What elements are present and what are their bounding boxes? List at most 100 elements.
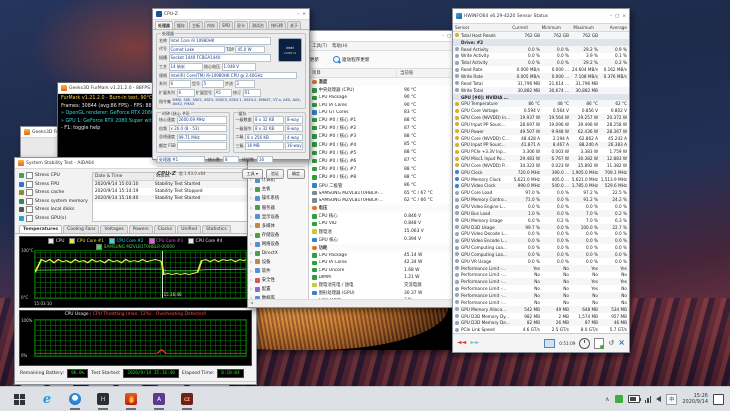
tree-item[interactable]: ▷ 操作系统	[250, 195, 279, 201]
reset-min-button[interactable]: ◄◄	[457, 340, 466, 346]
expand-arrow-icon[interactable]: ▷	[250, 287, 253, 291]
sensor-row[interactable]: SAMSUNG MZVLB1T0HBLR-... 65 °C / 67 °C	[309, 190, 461, 197]
test-log-row[interactable]: 2020/9/14 15:14:19 Stability Test Stoppe…	[93, 188, 251, 195]
sst-tab[interactable]: Cooling Fans	[63, 225, 99, 233]
sst-tab[interactable]: Statistics	[202, 225, 231, 233]
expand-arrow-icon[interactable]: ▷	[250, 269, 253, 273]
sensor-row[interactable]: GPU Computing Loa... 0.0 % 0.0 % 0.0 % 0…	[453, 244, 629, 251]
sensor-row[interactable]: Performance Limit -... No No Yes No	[453, 285, 629, 292]
tree-item[interactable]: ▷ 设备	[250, 259, 279, 265]
sst-tab[interactable]: Powers	[129, 225, 153, 233]
stability-test-window[interactable]: System Stability Test - AIDA64 Stress CP…	[14, 157, 257, 385]
sensor-row[interactable]: GPU [#0]: NVIDIA GeForce RTX 2080 Super	[453, 94, 629, 101]
sensor-row[interactable]: CPU Package 45.14 W	[309, 252, 461, 259]
maximize-button[interactable]: □	[447, 34, 451, 39]
log-col-datetime[interactable]: Date & Time	[93, 173, 154, 180]
sensor-row[interactable]: GPU Computing Loa... 0.0 % 0.0 % 0.0 % 0…	[453, 251, 629, 258]
tree-item[interactable]: ▷ 软件	[250, 268, 279, 274]
expand-arrow-icon[interactable]: ▷	[250, 224, 253, 228]
expand-arrow-icon[interactable]: ▷	[250, 242, 253, 246]
sensor-row[interactable]: GPU Temperature 86 °C 48 °C 86 °C 62 °C	[453, 100, 629, 107]
sensor-row[interactable]: Drive: #2	[453, 39, 629, 46]
cpuz-tab[interactable]: 主板	[189, 21, 203, 29]
tree-item[interactable]: ▷ 服务器	[250, 205, 279, 211]
hidden-icons-chevron[interactable]: ∧	[605, 396, 609, 403]
col-average[interactable]: Average	[596, 24, 629, 31]
sensor-row[interactable]: DIMM 1.21 W	[309, 274, 461, 281]
tree-item[interactable]: ▷ 显示设备	[250, 214, 279, 220]
menu-item[interactable]: 工具(T)	[312, 43, 327, 49]
expand-arrow-icon[interactable]: ▷	[250, 187, 253, 191]
volume-icon[interactable]	[656, 396, 661, 402]
sensor-row[interactable]: GPU TDP% 3 %	[309, 297, 461, 299]
menu-item[interactable]: 帮助(H)	[332, 43, 348, 49]
tree-item[interactable]: ▷ 存储设备	[250, 232, 279, 238]
sensor-row[interactable]: GPU Core (NVVDD) C... 48.428 A 2.194 A 6…	[453, 135, 629, 142]
col-minimum[interactable]: Minimum	[530, 24, 563, 31]
cpuz-tab[interactable]: 显卡	[234, 21, 248, 29]
stress-checkbox[interactable]	[26, 215, 33, 222]
close-sensors-icon[interactable]: ×	[618, 339, 625, 347]
maximize-button[interactable]: □	[615, 14, 619, 19]
test-log-row[interactable]: 2020/9/14 15:16:40 Stability Test Starte…	[93, 195, 251, 202]
stress-checkbox[interactable]	[26, 198, 33, 205]
col-item[interactable]: 项目	[309, 69, 397, 77]
sensor-row[interactable]: GPU Video Engine L... 0.0 % 0.0 % 0.0 % …	[453, 203, 629, 210]
sensor-row[interactable]: GPU Video Clock 990.0 MHz 540.0 ... 1,78…	[453, 183, 629, 190]
cpuz-tab[interactable]: SPD	[219, 21, 233, 29]
cpuz-tab[interactable]: 排行榜	[268, 21, 286, 29]
driver-update-button[interactable]: 驱动程序更新	[329, 54, 374, 65]
sensor-row[interactable]: GPU Misc1 Input Po... 29.483 W 6.767 W 3…	[453, 155, 629, 162]
stress-option[interactable]: Stress FPU	[19, 181, 88, 188]
stress-checkbox[interactable]	[26, 172, 33, 179]
nvidia-tray-icon[interactable]	[615, 395, 623, 403]
sensor-row[interactable]: CPU VID 0.848 V	[309, 220, 461, 227]
stress-option[interactable]: Stress CPU	[19, 172, 88, 179]
expand-arrow-icon[interactable]: ▷	[250, 251, 253, 255]
stress-option[interactable]: Stress system memory	[19, 198, 88, 205]
sensor-row[interactable]: Write Total 30,882 MB 30,674 ... 30,882 …	[453, 87, 629, 94]
stress-option[interactable]: Stress GPU(s)	[19, 215, 88, 222]
expand-arrow-icon[interactable]: ▷	[250, 278, 253, 282]
remote-monitor-icon[interactable]	[544, 339, 555, 348]
sensor-row[interactable]: Performance Limit -... Yes No Yes Yes	[453, 265, 629, 272]
sensor-row[interactable]: Performance Limit -... No No No No	[453, 272, 629, 279]
legend-item[interactable]: CPU	[48, 238, 64, 244]
sensor-row[interactable]: 中央处理器 (CPU) 90 °C	[309, 86, 461, 94]
sensor-row[interactable]: GPU D3D Memory Dy... 982 MB 2 MB 1,574 M…	[453, 313, 629, 320]
sensor-row[interactable]: GPU 二极管 86 °C	[309, 181, 461, 189]
sensor-row[interactable]: 锂电池充电 / 放电 交流电源	[309, 281, 461, 289]
sensor-row[interactable]: GPU Video Decode L... 0.0 % 0.0 % 0.0 % …	[453, 230, 629, 237]
hwinfo-titlebar[interactable]: HWiNFO64 v6.29-4220 Sensor Status – □ ×	[453, 9, 629, 24]
sensor-row[interactable]: GPU Clock 720.0 MHz 390.0 ... 1,905.0 MH…	[453, 169, 629, 176]
tree-item[interactable]: ▷ 主板	[250, 186, 279, 192]
sensor-row[interactable]: 温度	[309, 78, 461, 86]
sensor-row[interactable]: GPU Core (NVVDD) Inp... 19.937 W 19.564 …	[453, 114, 629, 121]
expand-arrow-icon[interactable]: ▷	[250, 260, 253, 264]
sensor-row[interactable]: Total Host Reads 762 GB 762 GB 762 GB	[453, 32, 629, 39]
sensor-row[interactable]: Total Activity 0.0 % 0.0 % 29.2 % 0.2 %	[453, 59, 629, 66]
sensor-row[interactable]: GPU Bus Load 1.0 % 0.0 % 7.0 % 0.2 %	[453, 210, 629, 217]
sensor-row[interactable]: GPU D3D Memory De... 82 MB 26 MB 87 MB 4…	[453, 319, 629, 326]
sensor-row[interactable]: CPU #0 / 核心 #4 85 °C	[309, 141, 461, 149]
sensor-row[interactable]: Read Rate 0.000 MB/s 0.000 ... 24.604 MB…	[453, 66, 629, 73]
cpuz-tab[interactable]: 缓存	[174, 21, 188, 29]
sensor-row[interactable]: CPU IA Cores 42.34 W	[309, 259, 461, 266]
ok-button[interactable]: 确定	[287, 169, 305, 179]
taskbar-media-app[interactable]: H	[96, 392, 110, 406]
close-button[interactable]: ×	[622, 14, 626, 19]
tools-button[interactable]: 工具 ▾	[242, 169, 263, 179]
hwinfo-window[interactable]: HWiNFO64 v6.29-4220 Sensor Status – □ × …	[452, 8, 630, 353]
close-button[interactable]: ×	[302, 12, 306, 17]
logging-icon[interactable]	[594, 338, 604, 349]
sensor-row[interactable]: CPU #0 / 核心 #1 88 °C	[309, 116, 461, 124]
sst-tab[interactable]: Voltages	[100, 225, 127, 233]
sensor-row[interactable]: Write Activity 0.0 % 0.0 % 3.9 % 0.1 %	[453, 53, 629, 60]
action-center-icon[interactable]	[713, 394, 724, 405]
sensor-row[interactable]: 功耗	[309, 244, 461, 252]
sensor-row[interactable]: Write Rate 0.005 MB/s 0.000 ... 7.108 MB…	[453, 73, 629, 80]
sensor-row[interactable]: GPU Core Load 97.0 % 0.0 % 97.2 % 22.5 %	[453, 189, 629, 196]
sensor-row[interactable]: Read Total 31,796 MB 21,614 ... 31,796 M…	[453, 80, 629, 87]
validate-button[interactable]: 验证	[266, 169, 284, 179]
tree-item[interactable]: ▷ 数据库	[250, 295, 279, 299]
